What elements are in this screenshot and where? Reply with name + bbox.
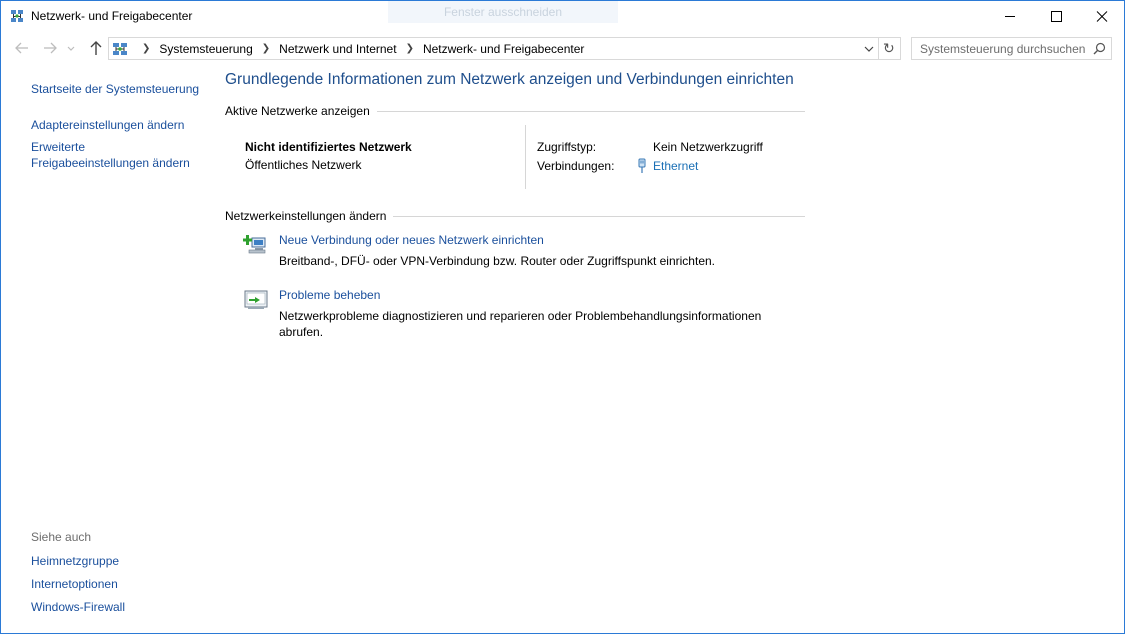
nav-link-advanced-sharing-line1: Erweiterte (31, 140, 86, 154)
breadcrumb-item[interactable]: Netzwerk und Internet (279, 42, 396, 56)
access-type-label: Zugriffstyp: (537, 140, 597, 154)
new-connection-description: Breitband-, DFÜ- oder VPN-Verbindung bzw… (279, 254, 715, 268)
see-also-title: Siehe auch (31, 530, 92, 544)
breadcrumb-separator-icon[interactable]: ❯ (406, 43, 414, 54)
title-bar[interactable]: Netzwerk- und Freigabecenter Fenster aus… (1, 1, 1124, 32)
arrow-left-icon (15, 42, 28, 54)
troubleshoot-icon (244, 290, 268, 309)
breadcrumb-separator-icon[interactable]: ❯ (262, 43, 270, 54)
arrow-right-icon (44, 42, 57, 54)
troubleshoot-description-line2: abrufen. (279, 325, 324, 339)
arrow-up-icon (90, 41, 102, 55)
maximize-icon (1051, 11, 1062, 22)
search-placeholder: Systemsteuerung durchsuchen (920, 42, 1086, 56)
window-title: Netzwerk- und Freigabecenter (31, 9, 193, 23)
breadcrumb-separator-icon[interactable]: ❯ (142, 43, 150, 54)
active-networks-header-label: Aktive Netzwerke anzeigen (225, 104, 370, 118)
ethernet-icon (638, 158, 646, 173)
network-type: Öffentliches Netzwerk (245, 158, 362, 172)
troubleshoot-description-line1: Netzwerkprobleme diagnostizieren und rep… (279, 309, 762, 323)
address-bar[interactable]: ❯ Systemsteuerung ❯ Netzwerk und Interne… (108, 37, 879, 60)
troubleshoot-description: Netzwerkprobleme diagnostizieren und rep… (279, 308, 761, 340)
network-divider (525, 125, 526, 189)
control-panel-icon (113, 43, 127, 55)
address-dropdown-icon[interactable] (862, 42, 876, 56)
up-button[interactable] (87, 39, 105, 57)
nav-link-advanced-sharing-line2: Freigabeeinstellungen ändern (31, 156, 190, 170)
navigation-row: ❯ Systemsteuerung ❯ Netzwerk und Interne… (1, 36, 1124, 61)
snip-hint: Fenster ausschneiden (388, 1, 618, 23)
recent-locations-button[interactable] (65, 39, 77, 57)
close-icon (1096, 11, 1108, 22)
refresh-icon: ↻ (883, 40, 895, 56)
nav-link-control-panel-home[interactable]: Startseite der Systemsteuerung (31, 81, 199, 97)
see-also-windows-firewall[interactable]: Windows-Firewall (31, 599, 125, 615)
refresh-button[interactable]: ↻ (879, 37, 901, 60)
new-connection-link[interactable]: Neue Verbindung oder neues Netzwerk einr… (279, 233, 544, 247)
search-input[interactable]: Systemsteuerung durchsuchen (911, 37, 1112, 60)
see-also-internet-options[interactable]: Internetoptionen (31, 576, 118, 592)
troubleshoot-link[interactable]: Probleme beheben (279, 288, 380, 302)
access-type-value: Kein Netzwerkzugriff (653, 140, 763, 154)
minimize-icon (1005, 16, 1015, 17)
nav-link-adapter-settings[interactable]: Adaptereinstellungen ändern (31, 117, 184, 133)
section-divider (376, 111, 805, 112)
breadcrumb: ❯ Systemsteuerung ❯ Netzwerk und Interne… (133, 38, 584, 59)
search-icon[interactable] (1093, 42, 1106, 55)
window: Netzwerk- und Freigabecenter Fenster aus… (0, 0, 1125, 634)
minimize-button[interactable] (987, 1, 1033, 32)
network-name: Nicht identifiziertes Netzwerk (245, 140, 412, 154)
active-networks-header: Aktive Netzwerke anzeigen (225, 104, 805, 118)
ethernet-connection-link[interactable]: Ethernet (653, 159, 698, 173)
see-also-homegroup[interactable]: Heimnetzgruppe (31, 553, 119, 569)
breadcrumb-item[interactable]: Netzwerk- und Freigabecenter (423, 42, 584, 56)
page-title: Grundlegende Informationen zum Netzwerk … (225, 71, 794, 88)
network-settings-header: Netzwerkeinstellungen ändern (225, 209, 805, 223)
section-divider (393, 216, 805, 217)
breadcrumb-item[interactable]: Systemsteuerung (159, 42, 252, 56)
network-settings-header-label: Netzwerkeinstellungen ändern (225, 209, 387, 223)
chevron-down-icon (67, 46, 75, 51)
back-button[interactable] (13, 39, 31, 57)
nav-link-advanced-sharing[interactable]: Erweiterte Freigabeeinstellungen ändern (31, 139, 190, 171)
forward-button[interactable] (41, 39, 59, 57)
network-center-icon (11, 10, 23, 22)
close-button[interactable] (1079, 1, 1124, 32)
maximize-button[interactable] (1033, 1, 1079, 32)
connections-label: Verbindungen: (537, 159, 615, 173)
new-connection-icon (243, 235, 266, 254)
